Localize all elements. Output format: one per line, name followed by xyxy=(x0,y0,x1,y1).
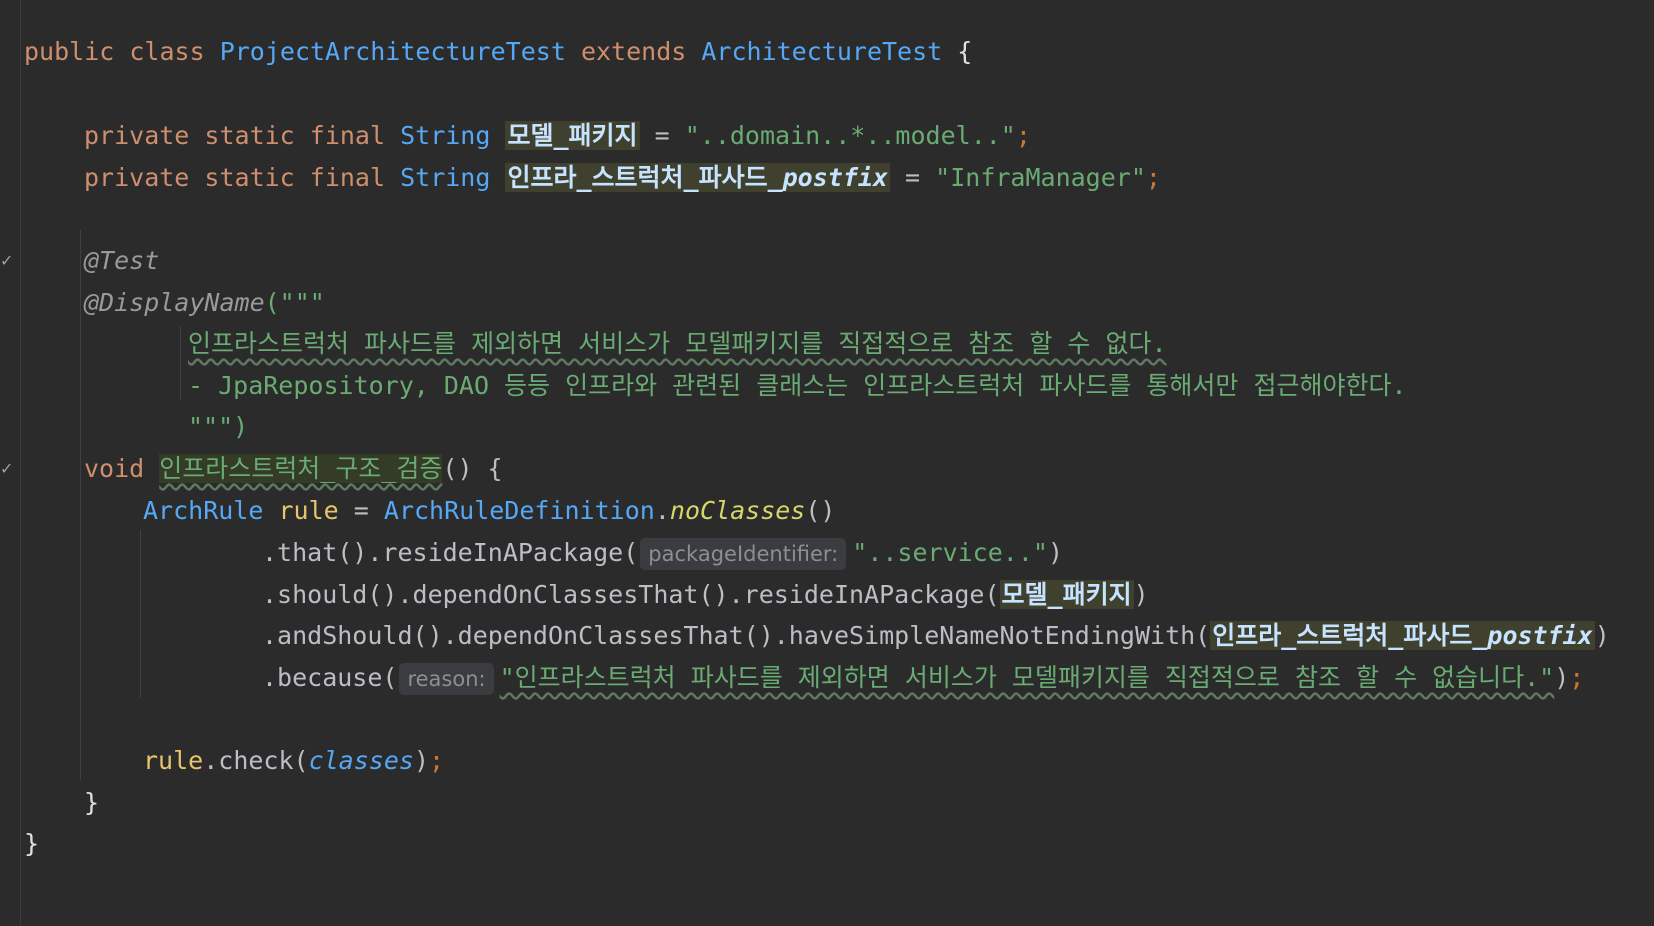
class-name[interactable]: ProjectArchitectureTest xyxy=(220,37,566,66)
field-name-prefix: 인프라_스트럭처_파사드_ xyxy=(507,163,783,192)
method-chain[interactable]: .andShould().dependOnClassesThat().haveS… xyxy=(262,621,1210,650)
paren: ) xyxy=(1133,580,1149,609)
type-name[interactable]: ArchRule xyxy=(143,496,263,525)
annotation[interactable]: @DisplayName xyxy=(84,288,265,317)
field-reference[interactable]: 인프라_스트럭처_파사드_postfix xyxy=(1210,621,1595,650)
code-line-4[interactable]: @Test xyxy=(84,239,159,283)
class-name[interactable]: ArchRuleDefinition xyxy=(384,496,655,525)
string-literal: "InfraManager" xyxy=(935,163,1146,192)
indent-guide xyxy=(80,230,81,780)
field-name-suffix: postfix xyxy=(782,163,888,192)
keyword: extends xyxy=(580,37,687,66)
brace: { xyxy=(957,37,973,66)
keyword: class xyxy=(129,37,205,66)
method-name[interactable]: 인프라스트럭처_구조_검증 xyxy=(159,454,443,483)
variable-name[interactable]: rule xyxy=(143,746,203,775)
code-line-2[interactable]: private static final String 모델_패키지 = "..… xyxy=(84,114,1031,158)
code-line-16[interactable]: } xyxy=(84,781,99,825)
keyword: void xyxy=(84,454,145,483)
code-line-11[interactable]: .that().resideInAPackage(packageIdentifi… xyxy=(262,531,1063,575)
text-block-close: """) xyxy=(188,412,249,441)
string-literal: "..domain..*..model.." xyxy=(684,121,1016,150)
field-reference[interactable]: 모델_패키지 xyxy=(999,580,1134,609)
method-call[interactable]: .check( xyxy=(203,746,308,775)
annotation[interactable]: @Test xyxy=(84,246,159,275)
code-line-5[interactable]: @DisplayName(""" xyxy=(84,281,325,325)
method-chain[interactable]: .should().dependOnClassesThat().resideIn… xyxy=(262,580,1000,609)
paren: ) xyxy=(1594,621,1610,650)
code-line-7[interactable]: - JpaRepository, DAO 등등 인프라와 관련된 클래스는 인프… xyxy=(188,364,1407,408)
code-line-17[interactable]: } xyxy=(24,822,39,866)
text-block-content: 인프라스트럭처 파사드를 제외하면 서비스가 모델패키지를 직접적으로 참조 할… xyxy=(188,329,1167,358)
paren: ) xyxy=(1047,538,1063,567)
text-block-open: (""" xyxy=(264,288,325,317)
static-method[interactable]: noClasses xyxy=(670,496,805,525)
code-line-9[interactable]: void 인프라스트럭처_구조_검증() { xyxy=(84,447,503,491)
method-chain[interactable]: .that().resideInAPackage( xyxy=(262,538,638,567)
checkmark-icon[interactable]: ✓ xyxy=(0,461,14,477)
paren: ) xyxy=(1554,663,1570,692)
parameter-hint: reason: xyxy=(399,663,494,695)
field-name[interactable]: 모델_패키지 xyxy=(505,121,640,150)
string-literal: "..service.." xyxy=(852,538,1048,567)
field-name-suffix: postfix xyxy=(1487,621,1593,650)
code-line-13[interactable]: .andShould().dependOnClassesThat().haveS… xyxy=(262,614,1610,658)
indent-guide xyxy=(180,326,181,400)
argument[interactable]: classes xyxy=(309,746,414,775)
field-name-prefix: 인프라_스트럭처_파사드_ xyxy=(1212,621,1488,650)
code-line-10[interactable]: ArchRule rule = ArchRuleDefinition.noCla… xyxy=(143,489,835,533)
method-chain[interactable]: .because( xyxy=(262,663,397,692)
code-editor[interactable]: public class ProjectArchitectureTest ext… xyxy=(0,0,1654,926)
dot: . xyxy=(654,496,670,525)
semicolon: ; xyxy=(1569,663,1585,692)
field-name[interactable]: 인프라_스트럭처_파사드_postfix xyxy=(505,163,890,192)
semicolon: ; xyxy=(1145,163,1161,192)
semicolon: ; xyxy=(429,746,445,775)
semicolon: ; xyxy=(1015,121,1031,150)
code-line-14[interactable]: .because(reason: "인프라스트럭처 파사드를 제외하면 서비스가 … xyxy=(262,656,1584,700)
type-name[interactable]: String xyxy=(400,121,490,150)
code-line-15[interactable]: rule.check(classes); xyxy=(143,739,444,783)
code-line-6[interactable]: 인프라스트럭처 파사드를 제외하면 서비스가 모델패키지를 직접적으로 참조 할… xyxy=(188,322,1167,366)
brace: } xyxy=(24,829,40,858)
parameter-hint: packageIdentifier: xyxy=(640,538,847,570)
code-line-1[interactable]: public class ProjectArchitectureTest ext… xyxy=(24,30,972,74)
code-line-8[interactable]: """) xyxy=(188,405,248,449)
brace: } xyxy=(84,788,100,817)
modifiers: private static final xyxy=(84,121,386,150)
operator: = xyxy=(905,163,921,192)
indent-guide xyxy=(140,530,141,698)
code-line-12[interactable]: .should().dependOnClassesThat().resideIn… xyxy=(262,573,1149,617)
checkmark-icon[interactable]: ✓ xyxy=(0,253,14,269)
operator: = xyxy=(353,496,369,525)
operator: = xyxy=(654,121,670,150)
string-literal: "인프라스트럭처 파사드를 제외하면 서비스가 모델패키지를 직접적으로 참조 … xyxy=(499,663,1555,692)
method-params: () { xyxy=(442,454,503,483)
type-name[interactable]: String xyxy=(400,163,490,192)
paren: ) xyxy=(413,746,429,775)
text-block-content: - JpaRepository, DAO 등등 인프라와 관련된 클래스는 인프… xyxy=(188,371,1407,400)
parent-class-name[interactable]: ArchitectureTest xyxy=(701,37,942,66)
parens: () xyxy=(805,496,836,525)
modifiers: private static final xyxy=(84,163,386,192)
code-line-3[interactable]: private static final String 인프라_스트럭처_파사드… xyxy=(84,156,1161,200)
keyword: public xyxy=(24,37,115,66)
gutter-divider xyxy=(20,0,21,926)
variable-name[interactable]: rule xyxy=(278,496,338,525)
